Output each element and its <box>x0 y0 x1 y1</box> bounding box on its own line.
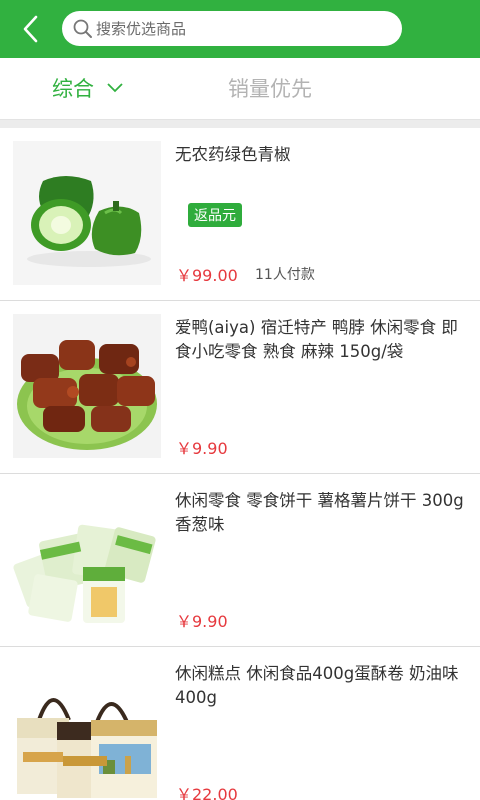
product-image-duck-neck <box>13 314 161 458</box>
sort-tabs: 综合 销量优先 <box>0 58 480 120</box>
back-arrow-icon <box>23 15 38 43</box>
buyer-count: 11人付款 <box>255 267 315 283</box>
tab-comprehensive[interactable]: 综合 <box>52 58 125 120</box>
back-button[interactable] <box>12 10 52 48</box>
search-box[interactable] <box>62 11 402 46</box>
product-image-egg-rolls <box>13 660 161 800</box>
chevron-down-icon <box>107 83 123 93</box>
product-title: 休闲糕点 休闲食品400g蛋酥卷 奶油味 400g <box>175 664 459 707</box>
tab-sales-first[interactable]: 销量优先 <box>228 58 312 120</box>
product-image-potato-biscuits <box>13 487 161 631</box>
product-price: ￥9.90 <box>176 612 228 631</box>
product-price: ￥22.00 <box>176 785 238 800</box>
product-image-green-pepper <box>13 141 161 285</box>
product-title: 无农药绿色青椒 <box>175 145 291 164</box>
search-icon <box>73 19 92 38</box>
product-price: ￥99.00 <box>176 266 238 285</box>
product-list: 无农药绿色青椒 返品元 ￥99.00 11人付款 爱鸭(aiya) 宿迁特产 鸭… <box>0 128 480 800</box>
product-item[interactable]: 休闲糕点 休闲食品400g蛋酥卷 奶油味 400g ￥22.00 <box>0 647 480 800</box>
product-title: 休闲零食 零食饼干 薯格薯片饼干 300g 香葱味 <box>175 491 464 534</box>
product-item[interactable]: 无农药绿色青椒 返品元 ￥99.00 11人付款 <box>0 128 480 301</box>
product-title: 爱鸭(aiya) 宿迁特产 鸭脖 休闲零食 即食小吃零食 熟食 麻辣 150g/… <box>175 318 458 361</box>
rebate-badge: 返品元 <box>188 203 242 227</box>
tab-label: 销量优先 <box>228 77 312 101</box>
product-item[interactable]: 爱鸭(aiya) 宿迁特产 鸭脖 休闲零食 即食小吃零食 熟食 麻辣 150g/… <box>0 301 480 474</box>
product-price: ￥9.90 <box>176 439 228 458</box>
product-item[interactable]: 休闲零食 零食饼干 薯格薯片饼干 300g 香葱味 ￥9.90 <box>0 474 480 647</box>
section-divider <box>0 120 480 128</box>
top-bar <box>0 0 480 58</box>
search-input[interactable] <box>96 11 386 46</box>
tab-label: 综合 <box>52 77 94 101</box>
